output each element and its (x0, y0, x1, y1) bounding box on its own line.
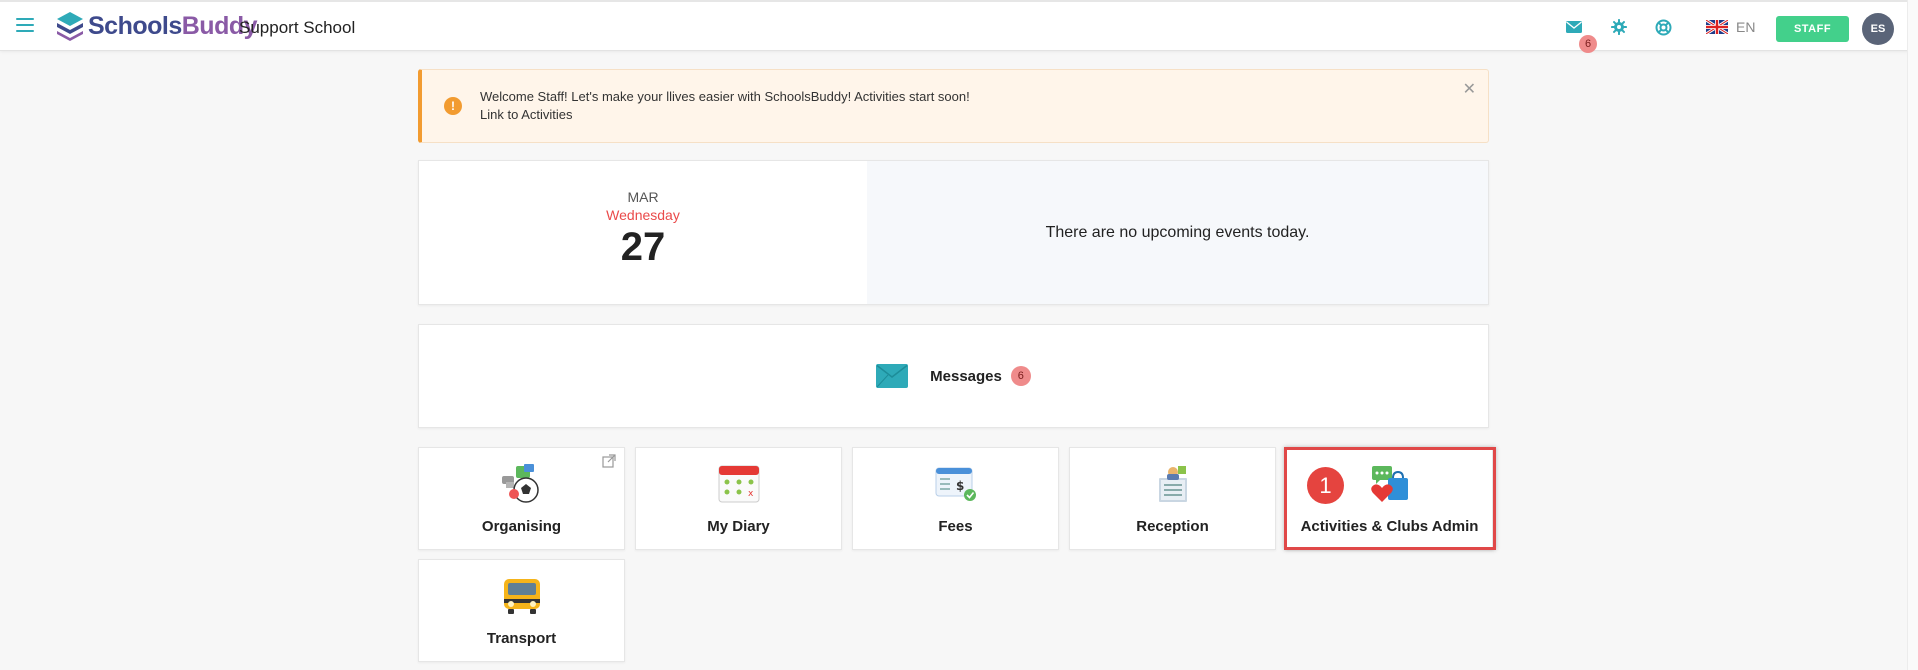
tile-label: Activities & Clubs Admin (1300, 518, 1479, 535)
uk-flag-icon (1706, 20, 1728, 34)
logo[interactable]: SchoolsBuddy (55, 10, 258, 42)
messages-card[interactable]: Messages 6 (418, 324, 1489, 428)
top-bar: SchoolsBuddy Support School 6 EN STAFF E… (0, 0, 1918, 53)
activities-icon (1370, 466, 1408, 502)
messages-count-badge: 6 (1010, 366, 1031, 386)
tile-label: Organising (481, 518, 562, 535)
scrollbar[interactable] (1907, 0, 1918, 670)
logo-icon (57, 12, 83, 41)
reception-icon (1158, 466, 1187, 502)
events-panel: There are no upcoming events today. (867, 161, 1488, 304)
organising-icon (501, 464, 539, 503)
tile-label: Transport (486, 630, 557, 647)
date-month: MAR (627, 189, 659, 205)
close-icon[interactable]: ✕ (1463, 79, 1476, 99)
no-events-text: There are no upcoming events today. (1045, 223, 1310, 241)
alert-icon: ! (444, 97, 462, 115)
school-bus-icon (503, 579, 540, 614)
mail-badge: 6 (1579, 35, 1597, 53)
messages-label: Messages (930, 367, 1002, 385)
tile-transport[interactable]: Transport (418, 559, 625, 662)
tile-label: Fees (938, 518, 973, 535)
logo-text-schools: Schools (88, 11, 182, 40)
alert-link-activities[interactable]: Link to Activities (480, 106, 970, 124)
step-badge: 1 (1307, 467, 1344, 504)
svg-text:x: x (748, 489, 754, 499)
help-lifebuoy-icon[interactable] (1652, 16, 1674, 38)
alert-message: Welcome Staff! Let's make your llives ea… (480, 89, 970, 104)
language-selector[interactable]: EN (1706, 19, 1755, 35)
date-day-number: 27 (620, 225, 666, 269)
svg-text:$: $ (956, 479, 964, 493)
date-panel: MAR Wednesday 27 (419, 161, 867, 304)
tile-reception[interactable]: Reception (1069, 447, 1276, 550)
gear-icon[interactable] (1608, 16, 1630, 38)
external-link-icon[interactable] (602, 454, 616, 468)
date-weekday: Wednesday (606, 207, 680, 223)
calendar-icon: x (718, 465, 759, 503)
envelope-icon (876, 364, 909, 388)
avatar[interactable]: ES (1862, 13, 1894, 45)
mail-icon[interactable] (1563, 16, 1585, 38)
tile-organising[interactable]: Organising (418, 447, 625, 550)
tile-label: My Diary (707, 518, 770, 535)
date-events-card: MAR Wednesday 27 There are no upcoming e… (418, 160, 1489, 305)
tile-label: Reception (1136, 518, 1209, 535)
school-name: Support School (239, 18, 356, 37)
menu-icon[interactable] (16, 18, 34, 32)
fees-icon: $ (935, 467, 976, 501)
staff-role-button[interactable]: STAFF (1776, 16, 1849, 42)
language-label: EN (1736, 19, 1756, 35)
tile-my-diary[interactable]: x My Diary (635, 447, 842, 550)
tile-fees[interactable]: $ Fees (852, 447, 1059, 550)
welcome-alert: ! Welcome Staff! Let's make your llives … (418, 69, 1489, 143)
